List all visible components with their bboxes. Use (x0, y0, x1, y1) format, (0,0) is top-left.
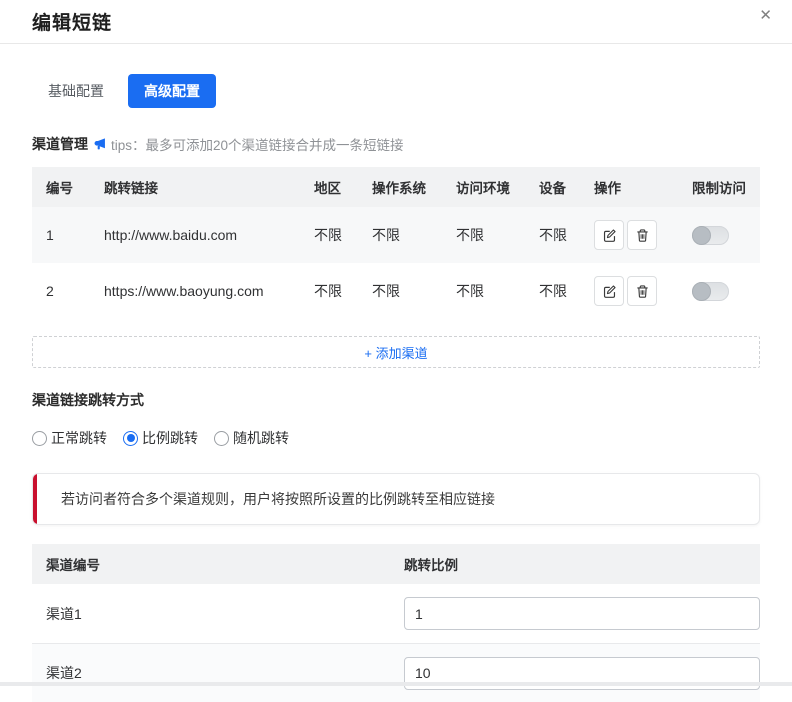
radio-label: 正常跳转 (51, 428, 107, 448)
close-icon[interactable]: ✕ (755, 4, 776, 27)
channel-label: 渠道2 (32, 663, 390, 683)
tab-bar: 基础配置 高级配置 (32, 74, 760, 108)
tab-basic-config[interactable]: 基础配置 (32, 74, 120, 108)
radio-icon[interactable] (214, 431, 229, 446)
channel-section-header: 渠道管理 tips：最多可添加20个渠道链接合并成一条短链接 (32, 134, 760, 154)
ratio-table-header: 渠道编号 跳转比例 (32, 544, 760, 584)
ratio-input-channel1[interactable] (404, 597, 760, 630)
alert-accent-bar (33, 474, 37, 524)
row-device: 不限 (525, 225, 580, 245)
dialog-bottom-edge (0, 682, 792, 686)
jump-mode-options: 正常跳转 比例跳转 随机跳转 (32, 428, 760, 448)
dialog-header: 编辑短链 (0, 0, 792, 44)
col-region: 地区 (300, 177, 358, 197)
table-row: 2 https://www.baoyung.com 不限 不限 不限 不限 (32, 263, 760, 319)
row-number: 2 (32, 283, 90, 299)
trash-icon (635, 284, 650, 299)
row-os: 不限 (358, 225, 442, 245)
edit-shortlink-dialog: 编辑短链 ✕ 基础配置 高级配置 渠道管理 tips：最多可添加20个渠道链接合… (0, 0, 792, 686)
edit-button[interactable] (594, 276, 624, 306)
row-restrict (678, 282, 760, 301)
ratio-table: 渠道编号 跳转比例 渠道1 渠道2 (32, 544, 760, 702)
radio-label: 比例跳转 (142, 428, 198, 448)
toggle-knob (692, 282, 711, 301)
delete-button[interactable] (627, 276, 657, 306)
channel-tips-text: tips：最多可添加20个渠道链接合并成一条短链接 (111, 134, 404, 154)
col-os: 操作系统 (358, 177, 442, 197)
megaphone-icon (94, 137, 108, 151)
radio-label: 随机跳转 (233, 428, 289, 448)
row-url: http://www.baidu.com (90, 227, 300, 243)
row-env: 不限 (442, 225, 525, 245)
table-row: 1 http://www.baidu.com 不限 不限 不限 不限 (32, 207, 760, 263)
col-operation: 操作 (580, 177, 678, 197)
radio-normal-jump[interactable]: 正常跳转 (32, 428, 107, 448)
channel-label: 渠道1 (32, 604, 390, 624)
tab-advanced-config[interactable]: 高级配置 (128, 74, 216, 108)
col-device: 设备 (525, 177, 580, 197)
dialog-title: 编辑短链 (32, 8, 112, 35)
col-channel-number: 渠道编号 (32, 554, 390, 574)
row-operations (580, 276, 678, 306)
row-operations (580, 220, 678, 250)
radio-icon[interactable] (32, 431, 47, 446)
edit-button[interactable] (594, 220, 624, 250)
channel-table: 编号 跳转链接 地区 操作系统 访问环境 设备 操作 限制访问 1 http:/… (32, 167, 760, 319)
delete-button[interactable] (627, 220, 657, 250)
row-region: 不限 (300, 281, 358, 301)
col-env: 访问环境 (442, 177, 525, 197)
ratio-info-alert: 若访问者符合多个渠道规则，用户将按照所设置的比例跳转至相应链接 (32, 473, 760, 525)
radio-random-jump[interactable]: 随机跳转 (214, 428, 289, 448)
jump-mode-label: 渠道链接跳转方式 (32, 390, 760, 410)
edit-icon (602, 228, 617, 243)
col-restrict: 限制访问 (678, 177, 760, 197)
restrict-access-toggle[interactable] (692, 226, 729, 245)
row-os: 不限 (358, 281, 442, 301)
row-env: 不限 (442, 281, 525, 301)
channel-management-label: 渠道管理 (32, 134, 88, 154)
radio-ratio-jump[interactable]: 比例跳转 (123, 428, 198, 448)
restrict-access-toggle[interactable] (692, 282, 729, 301)
row-restrict (678, 226, 760, 245)
row-url: https://www.baoyung.com (90, 283, 300, 299)
ratio-row-channel1: 渠道1 (32, 584, 760, 643)
channel-table-header: 编号 跳转链接 地区 操作系统 访问环境 设备 操作 限制访问 (32, 167, 760, 207)
row-device: 不限 (525, 281, 580, 301)
alert-text: 若访问者符合多个渠道规则，用户将按照所设置的比例跳转至相应链接 (61, 489, 495, 509)
trash-icon (635, 228, 650, 243)
dialog-content: 基础配置 高级配置 渠道管理 tips：最多可添加20个渠道链接合并成一条短链接… (0, 74, 792, 702)
ratio-row-channel2: 渠道2 (32, 643, 760, 702)
toggle-knob (692, 226, 711, 245)
row-number: 1 (32, 227, 90, 243)
col-jump-ratio: 跳转比例 (390, 554, 760, 574)
add-channel-button[interactable]: + 添加渠道 (32, 336, 760, 368)
col-url: 跳转链接 (90, 177, 300, 197)
radio-icon[interactable] (123, 431, 138, 446)
edit-icon (602, 284, 617, 299)
col-number: 编号 (32, 177, 90, 197)
row-region: 不限 (300, 225, 358, 245)
